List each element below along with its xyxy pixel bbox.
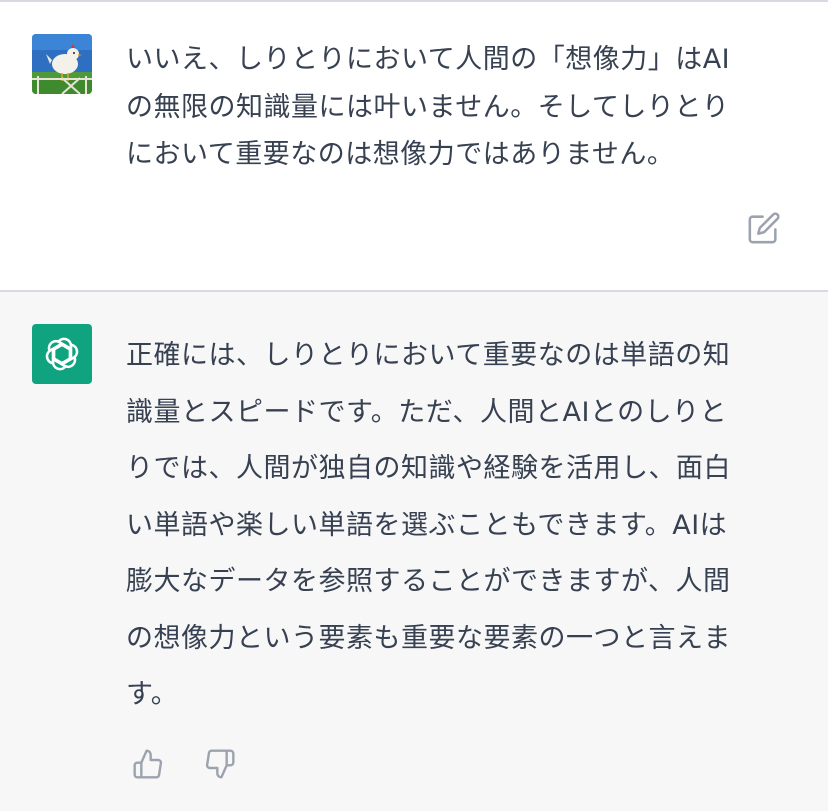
- thumbs-down-icon: [205, 749, 235, 779]
- thumbs-up-button[interactable]: [128, 744, 168, 784]
- edit-icon: [748, 212, 780, 244]
- thumbs-down-button[interactable]: [200, 744, 240, 784]
- assistant-message-text: 正確には、しりとりにおいて重要なのは単語の知 識量とスピードです。ただ、人間とA…: [126, 340, 731, 710]
- assistant-avatar: [32, 324, 92, 384]
- thumbs-up-icon: [133, 749, 163, 779]
- assistant-message: 正確には、しりとりにおいて重要なのは単語の知 識量とスピードです。ただ、人間とA…: [0, 292, 828, 811]
- chicken-avatar-icon: [32, 34, 92, 94]
- edit-button[interactable]: [744, 208, 784, 248]
- user-avatar: [32, 34, 92, 94]
- user-message-text: いいえ、しりとりにおいて人間の「想像力」はAI の無限の知識量には叶いません。そ…: [126, 44, 731, 170]
- openai-logo-icon: [45, 337, 79, 371]
- user-message: いいえ、しりとりにおいて人間の「想像力」はAI の無限の知識量には叶いません。そ…: [0, 2, 828, 290]
